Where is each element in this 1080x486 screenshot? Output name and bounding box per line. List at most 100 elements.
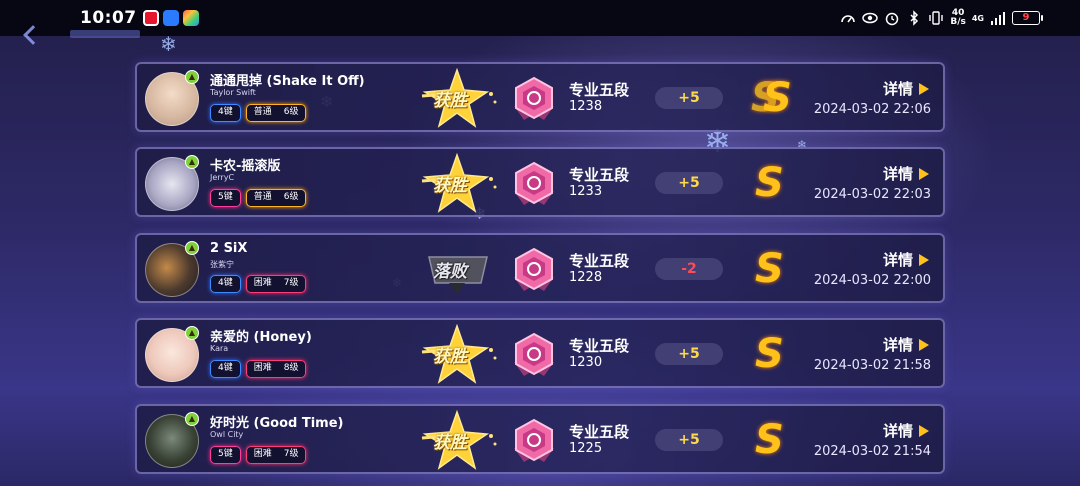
net-speed-unit: B/s [950,17,966,27]
win-badge-icon: 获胜 [417,67,497,128]
status-right: 40 B/s 4G 9 [840,9,1043,27]
song-artist: 张紫宁 [210,260,234,269]
rank-emblem-icon [514,247,554,291]
song-artist: Taylor Swift [210,88,256,97]
difficulty-tag: 困难 8级 [245,360,307,378]
vibrate-icon [929,11,944,25]
gallery-app-icon [182,10,199,26]
details-button[interactable]: 详情 [883,78,929,99]
song-title: 2 SiX [210,241,248,256]
rank-name: 专业五段 [569,252,630,270]
details-label: 详情 [882,251,913,269]
speedometer-icon [841,15,856,23]
win-badge-icon: 获胜 [417,323,497,384]
details-button[interactable]: 详情 [883,420,929,441]
record-card[interactable]: ▲ 亲爱的 (Honey) Kara 4键 困难 8级 获胜 专业五段 1230 … [135,318,945,388]
play-arrow-icon [919,424,929,437]
match-datetime: 2024-03-02 22:03 [813,187,931,202]
battery-level: 9 [1022,12,1030,23]
result-label: 获胜 [433,91,467,111]
record-card[interactable]: ▲ 卡农-摇滚版 JerryC 5键 普通 6级 获胜 专业五段 1233 +5 … [135,147,945,217]
difficulty-level: 7级 [283,278,299,288]
tag-row: 5键 普通 6级 [210,189,307,207]
signal-label: 4G [971,13,984,23]
match-datetime: 2024-03-02 21:58 [813,358,931,373]
record-card[interactable]: ▲ 2 SiX 张紫宁 4键 困难 7级 落败 专业五段 1228 -2 S 详情 [135,233,945,303]
record-card[interactable]: ▲ 好时光 (Good Time) Owl City 5键 困难 7级 获胜 专业… [135,404,945,474]
difficulty-level: 8级 [283,363,299,373]
weibo-icon [142,10,159,26]
key-count-tag: 4键 [210,275,241,293]
notification-icons [142,10,199,26]
match-datetime: 2024-03-02 21:54 [813,444,931,459]
s-coin-icon: S [755,417,784,463]
alarm-icon [886,12,899,26]
result-label: 落败 [433,262,467,282]
rank-score: 1230 [569,355,603,370]
details-button[interactable]: 详情 [883,334,929,355]
bluetooth-icon [910,10,919,26]
s-coin-icon: SS [751,75,792,121]
rank-score: 1238 [569,99,603,114]
tag-row: 5键 困难 7级 [210,446,307,464]
level-badge-icon: ▲ [185,412,199,426]
difficulty-label: 普通 [253,192,272,202]
key-count-tag: 5键 [210,446,241,464]
tag-row: 4键 困难 8级 [210,360,307,378]
record-card[interactable]: ▲ 通通甩掉 (Shake It Off) Taylor Swift 4键 普通… [135,62,945,132]
rank-emblem-icon [514,418,554,462]
result-label: 获胜 [433,176,467,196]
score-change: +5 [655,87,723,109]
status-time: 10:07 [80,8,137,28]
rank-score: 1233 [569,184,603,199]
difficulty-tag: 普通 6级 [245,189,307,207]
win-badge-icon: 获胜 [417,409,497,470]
difficulty-label: 普通 [253,107,272,117]
play-arrow-icon [919,82,929,95]
rank-emblem-icon [514,161,554,205]
match-datetime: 2024-03-02 22:06 [813,102,931,117]
difficulty-tag: 普通 6级 [245,104,307,122]
play-arrow-icon [919,167,929,180]
shield-app-icon [162,10,179,26]
song-artist: Kara [210,344,229,353]
details-label: 详情 [882,80,913,98]
tag-row: 4键 普通 6级 [210,104,307,122]
s-coin-icon: S [755,246,784,292]
result-label: 获胜 [433,433,467,453]
difficulty-level: 6级 [283,107,299,117]
play-arrow-icon [919,253,929,266]
rank-name: 专业五段 [569,423,630,441]
win-badge-icon: 获胜 [417,152,497,213]
song-title: 亲爱的 (Honey) [210,330,312,345]
difficulty-label: 困难 [253,278,272,288]
key-count-tag: 4键 [210,360,241,378]
s-coin-icon: S [755,160,784,206]
lose-badge-icon: 落败 [417,239,497,299]
song-title: 通通甩掉 (Shake It Off) [210,74,365,89]
tag-row: 4键 困难 7级 [210,275,307,293]
details-label: 详情 [882,336,913,354]
rank-name: 专业五段 [569,81,630,99]
page-header-remnant [70,30,140,38]
difficulty-label: 困难 [253,363,272,373]
battery-icon: 9 [1012,11,1043,25]
key-count-tag: 5键 [210,189,241,207]
status-bar: 10:07 40 B/s 4G 9 [0,0,1080,36]
difficulty-tag: 困难 7级 [245,275,307,293]
s-coin-icon: S [755,331,784,377]
song-title: 卡农-摇滚版 [210,159,281,174]
difficulty-tag: 困难 7级 [245,446,307,464]
details-label: 详情 [882,165,913,183]
rank-emblem-icon [514,76,554,120]
difficulty-label: 困难 [253,449,272,459]
details-button[interactable]: 详情 [883,163,929,184]
score-change: +5 [655,429,723,451]
score-change: +5 [655,172,723,194]
details-button[interactable]: 详情 [883,249,929,270]
play-arrow-icon [919,338,929,351]
details-label: 详情 [882,422,913,440]
snowflake-icon: ❄ [160,32,177,56]
eye-icon [862,12,879,24]
level-badge-icon: ▲ [185,155,199,169]
